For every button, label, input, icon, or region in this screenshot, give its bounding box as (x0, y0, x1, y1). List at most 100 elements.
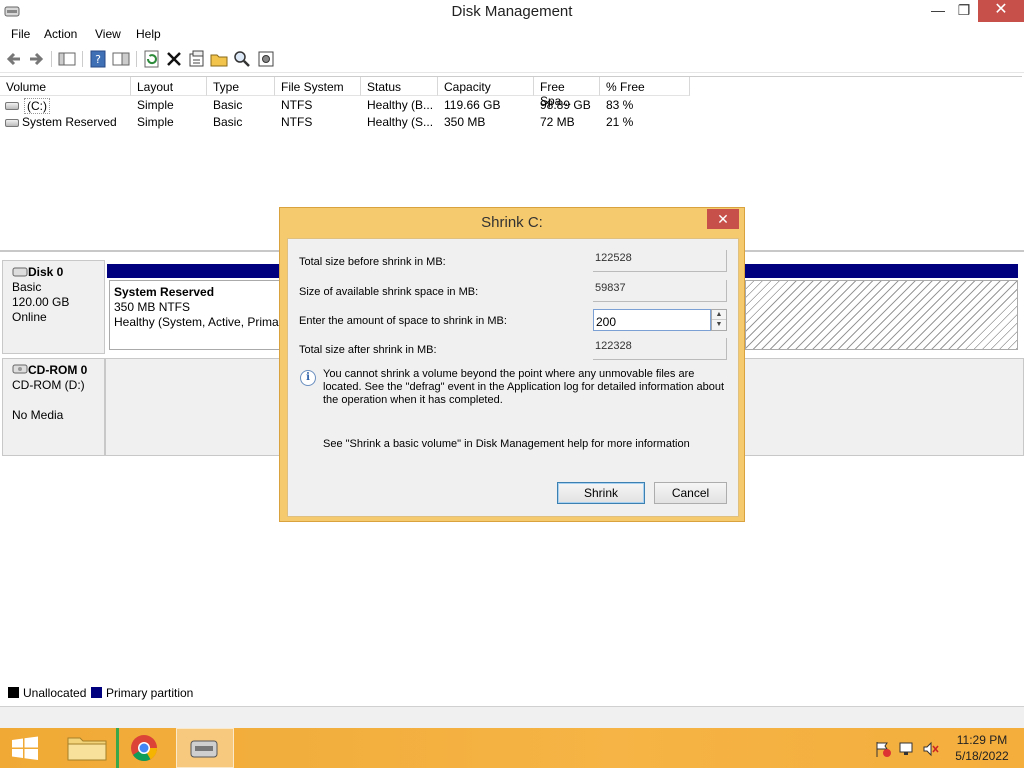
refresh-icon[interactable] (142, 49, 162, 69)
title-bar: Disk Management — ❐ ✕ (0, 0, 1024, 24)
disk-management-taskbar-button[interactable] (176, 728, 234, 768)
capacity-cell: 350 MB (444, 115, 486, 129)
properties-icon[interactable] (187, 49, 207, 69)
menu-bar: File Action View Help (0, 24, 1024, 44)
cdrom-0-name: CD-ROM 0 (28, 363, 88, 377)
network-icon[interactable] (898, 740, 916, 758)
table-row[interactable]: System Reserved Simple Basic NTFS Health… (0, 114, 700, 131)
drive-icon (5, 101, 19, 110)
free-space-cell: 72 MB (540, 115, 575, 129)
legend: Unallocated Primary partition (0, 682, 1024, 702)
spin-down-icon[interactable]: ▼ (712, 320, 726, 330)
status-cell: Healthy (S... (367, 115, 434, 129)
menu-file[interactable]: File (11, 27, 30, 41)
percent-free-cell: 21 % (606, 115, 634, 129)
shrink-amount-input[interactable] (593, 309, 711, 331)
status-bar (0, 706, 1024, 728)
column-free-space[interactable]: Free Spa... (534, 77, 600, 108)
back-arrow-icon[interactable] (4, 49, 24, 69)
taskbar: 11:29 PM 5/18/2022 (0, 728, 1024, 768)
open-folder-icon[interactable] (209, 49, 229, 69)
maximize-button[interactable]: ❐ (950, 0, 978, 22)
type-cell: Basic (213, 115, 243, 129)
properties-pane-icon[interactable] (111, 49, 131, 69)
column-file-system[interactable]: File System (275, 77, 361, 96)
free-space-cell: 98.89 GB (540, 98, 591, 112)
column-type[interactable]: Type (207, 77, 275, 96)
partition-size: 350 MB NTFS (114, 300, 191, 314)
shrink-amount-spinner[interactable]: ▲ ▼ (711, 309, 727, 331)
cdrom-0-drive: CD-ROM (D:) (12, 378, 85, 392)
menu-help[interactable]: Help (136, 27, 161, 41)
help-text: See "Shrink a basic volume" in Disk Mana… (323, 438, 690, 450)
legend-unallocated: Unallocated (23, 686, 87, 700)
file-system-cell: NTFS (281, 115, 313, 129)
column-status[interactable]: Status (361, 77, 438, 96)
layout-cell: Simple (137, 98, 174, 112)
legend-primary: Primary partition (106, 686, 194, 700)
available-space-value: 59837 (593, 280, 727, 302)
cdrom-0-label[interactable]: CD-ROM 0 CD-ROM (D:) No Media (2, 358, 105, 456)
help-icon[interactable]: ? (88, 49, 108, 69)
taskbar-clock[interactable]: 11:29 PM 5/18/2022 (948, 732, 1016, 764)
shrink-button[interactable]: Shrink (557, 482, 645, 504)
type-cell: Basic (213, 98, 243, 112)
minimize-button[interactable]: — (924, 0, 952, 22)
table-row[interactable]: (C:) Simple Basic NTFS Healthy (B... 119… (0, 97, 700, 114)
dialog-body: Total size before shrink in MB: 122528 S… (287, 238, 739, 517)
disk-0-state: Online (12, 310, 47, 324)
total-after-label: Total size after shrink in MB: (299, 344, 437, 356)
cancel-button[interactable]: Cancel (654, 482, 727, 504)
explore-icon[interactable] (232, 49, 252, 69)
menu-view[interactable]: View (95, 27, 121, 41)
dialog-title: Shrink C: (481, 214, 543, 231)
disk-0-size: 120.00 GB (12, 295, 70, 309)
volume-muted-icon[interactable] (922, 740, 940, 758)
percent-free-cell: 83 % (606, 98, 634, 112)
system-reserved-partition[interactable]: System Reserved 350 MB NTFS Healthy (Sys… (109, 280, 289, 350)
chrome-icon (116, 728, 158, 768)
cdrom-0-media: No Media (12, 408, 64, 422)
file-system-cell: NTFS (281, 98, 313, 112)
toolbar-separator (51, 51, 52, 67)
column-percent-free[interactable]: % Free (600, 77, 690, 96)
disk-icon (12, 267, 28, 277)
windows-logo-icon (12, 736, 38, 760)
toolbar-separator (82, 51, 83, 67)
total-before-value: 122528 (593, 250, 727, 272)
primary-swatch (91, 687, 102, 698)
available-space-label: Size of available shrink space in MB: (299, 286, 479, 298)
column-volume[interactable]: Volume (0, 77, 131, 96)
disk-0-type: Basic (12, 280, 42, 294)
settings-icon[interactable] (256, 49, 276, 69)
start-button[interactable] (0, 728, 58, 768)
toolbar: ? (0, 45, 1024, 73)
forward-arrow-icon[interactable] (26, 49, 46, 69)
capacity-cell: 119.66 GB (444, 98, 501, 112)
shrink-amount-label: Enter the amount of space to shrink in M… (299, 315, 507, 327)
disk-0-label[interactable]: Disk 0 Basic 120.00 GB Online (2, 260, 105, 354)
dialog-close-button[interactable]: ✕ (707, 209, 739, 229)
toolbar-separator (136, 51, 137, 67)
clock-time: 11:29 PM (956, 733, 1008, 747)
menu-action[interactable]: Action (44, 27, 77, 41)
c-drive-partition[interactable] (745, 280, 1018, 350)
close-button[interactable]: ✕ (978, 0, 1024, 22)
svg-text:?: ? (95, 53, 101, 66)
window-title: Disk Management (451, 3, 573, 20)
partition-status: Healthy (System, Active, Primar (114, 315, 283, 329)
chrome-button[interactable] (116, 728, 174, 768)
volume-name: System Reserved (22, 115, 117, 129)
drive-icon (5, 118, 19, 127)
console-tree-icon[interactable] (57, 49, 77, 69)
file-explorer-button[interactable] (58, 728, 116, 768)
column-layout[interactable]: Layout (131, 77, 207, 96)
delete-icon[interactable] (164, 49, 184, 69)
total-before-label: Total size before shrink in MB: (299, 256, 446, 268)
layout-cell: Simple (137, 115, 174, 129)
column-capacity[interactable]: Capacity (438, 77, 534, 96)
spin-up-icon[interactable]: ▲ (712, 310, 726, 320)
shrink-dialog: Shrink C: ✕ Total size before shrink in … (279, 207, 745, 522)
clock-date: 5/18/2022 (955, 749, 1009, 763)
action-center-flag-icon[interactable] (874, 740, 892, 758)
